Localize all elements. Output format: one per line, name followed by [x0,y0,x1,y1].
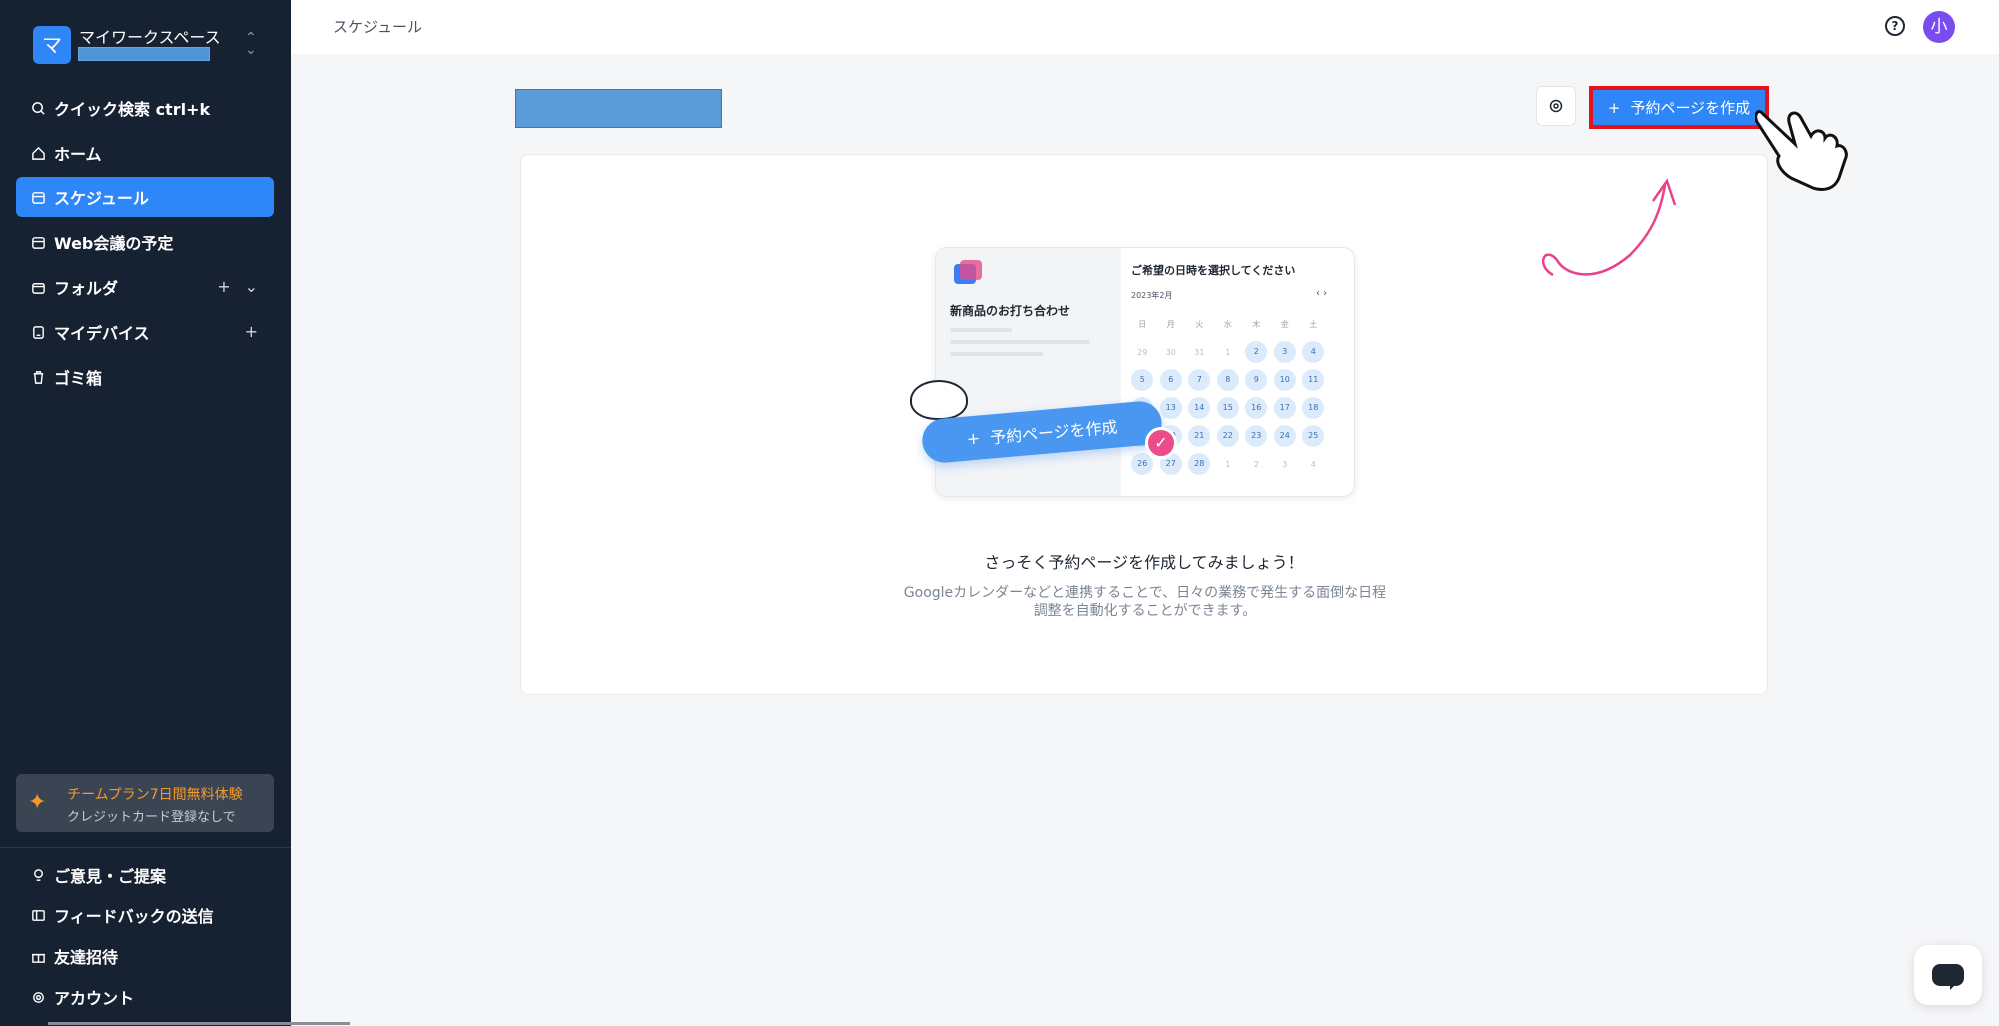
sidebar-item-account[interactable]: アカウント [16,977,274,1017]
sidebar-item-label: ご意見・ご提案 [54,867,167,886]
month-nav-icon: ‹ › [1316,288,1328,299]
sidebar-item-label: アカウント [54,989,135,1008]
pointing-hand-icon [1755,110,1848,192]
sidebar-item-feedback-ideas[interactable]: ご意見・ご提案 [16,855,274,895]
empty-state-description: Googleカレンダーなどと連携することで、日々の業務で発生する面倒な日程調整を… [903,585,1387,619]
sidebar-item-folder[interactable]: フォルダ + ⌄ [16,267,274,307]
promo-title: チームプラン7日間無料体験 [67,787,243,803]
help-icon[interactable]: ? [1885,16,1905,36]
workspace-email-redacted [78,47,210,61]
calendar-icon [30,189,46,205]
gift-icon [30,948,46,964]
gear-icon [30,989,46,1005]
illustration-button-label: 予約ページを作成 [989,417,1119,448]
search-icon [30,100,46,116]
sidebar-item-label: フォルダ [54,279,119,298]
scrollbar[interactable] [48,1022,350,1025]
chat-support-button[interactable] [1914,945,1982,1005]
sidebar-item-my-device[interactable]: マイデバイス + [16,312,274,352]
sidebar-item-label: マイデバイス [54,324,150,343]
sidebar-item-label: 友達招待 [54,948,119,967]
sidebar-item-invite-friends[interactable]: 友達招待 [16,936,274,976]
workspace-logo: マ [33,26,71,64]
empty-state-illustration: 新商品のお打ち合わせ ご希望の日時を選択してください 2023年2月 ‹ › 日… [910,245,1355,525]
plus-icon: + [1607,98,1621,117]
preview-month: 2023年2月 [1131,291,1173,300]
avatar[interactable]: 小 [1923,11,1955,43]
workspace-name: マイワークスペース [79,28,221,47]
sidebar: マ マイワークスペース ⌃ ⌄ クイック検索 ctrl+k ホーム スケジュール … [0,0,291,1026]
sidebar-item-trash[interactable]: ゴミ箱 [16,357,274,397]
workspace-switcher[interactable]: マ マイワークスペース ⌃ ⌄ [33,24,261,64]
lightbulb-icon [30,867,46,883]
promo-subtitle: クレジットカード登録なしで [67,810,236,825]
top-bar: スケジュール ? 小 [291,0,1999,54]
booking-page-preview: 新商品のお打ち合わせ ご希望の日時を選択してください 2023年2月 ‹ › 日… [935,247,1355,497]
team-plan-promo[interactable]: ✦ チームプラン7日間無料体験 クレジットカード登録なしで [16,774,274,832]
sparkle-icon: ✦ [28,790,47,815]
sidebar-item-label: Web会議の予定 [54,234,174,253]
sidebar-item-quick-search[interactable]: クイック検索 ctrl+k [16,88,274,128]
sidebar-item-label: スケジュール [54,189,149,208]
create-booking-page-button[interactable]: + 予約ページを作成 [1589,86,1769,129]
sidebar-item-schedule[interactable]: スケジュール [16,177,274,217]
plus-icon: + [965,427,981,449]
gear-icon [1549,99,1563,113]
feedback-icon [30,907,46,923]
device-icon [30,324,46,340]
check-icon: ✓ [1145,427,1177,459]
preview-event-title: 新商品のお打ち合わせ [950,304,1071,318]
trash-icon [30,369,46,385]
page-title-redacted [515,89,722,128]
sidebar-item-label: ゴミ箱 [54,369,103,388]
sidebar-item-label: フィードバックの送信 [54,907,214,926]
home-icon [30,145,46,161]
sidebar-item-label: クイック検索 ctrl+k [54,100,211,119]
settings-button[interactable] [1536,86,1576,126]
preview-heading: ご希望の日時を選択してください [1131,264,1296,277]
calendar-icon [30,234,46,250]
workspace-switch-icon[interactable]: ⌃ ⌄ [245,31,257,57]
breadcrumb: スケジュール [333,18,422,36]
sidebar-divider [0,847,291,848]
chevron-down-icon[interactable]: ⌄ [245,277,258,296]
sidebar-item-label: ホーム [54,145,102,164]
create-booking-page-label: 予約ページを作成 [1630,99,1751,117]
chat-icon [1932,964,1964,990]
brand-logo-icon [954,260,982,284]
sidebar-item-web-meeting[interactable]: Web会議の予定 [16,222,274,262]
annotation-arrow-icon [1541,178,1677,277]
add-folder-icon[interactable]: + [217,277,230,296]
sidebar-item-home[interactable]: ホーム [16,133,274,173]
sidebar-item-send-feedback[interactable]: フィードバックの送信 [16,895,274,935]
empty-state-title: さっそく予約ページを作成してみましょう！ [984,553,1304,572]
folder-icon [30,279,46,295]
mascot-illustration [910,380,968,420]
add-device-icon[interactable]: + [245,322,258,341]
